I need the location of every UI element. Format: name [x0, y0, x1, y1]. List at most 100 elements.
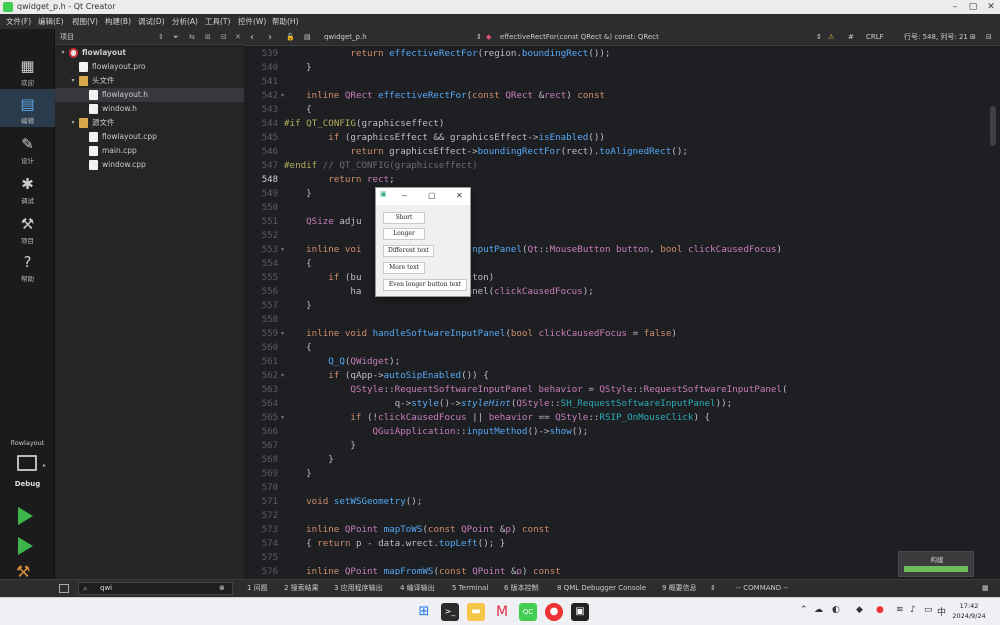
even-longer-button[interactable]: Even longer button text: [383, 279, 467, 291]
run-icon[interactable]: [18, 507, 33, 525]
vertical-scrollbar[interactable]: [986, 46, 1000, 575]
mode-debug[interactable]: ✱ 调试: [0, 169, 55, 207]
maximize-icon[interactable]: ▢: [428, 191, 436, 200]
minimize-icon[interactable]: –: [946, 0, 964, 14]
mode-projects[interactable]: ⚒ 项目: [0, 209, 55, 247]
close-editor-icon[interactable]: ⊟: [986, 29, 992, 46]
build-progress[interactable]: 构建: [898, 551, 974, 577]
close-icon[interactable]: ✕: [235, 29, 241, 45]
tree-folder[interactable]: ▾ 头文件: [55, 74, 244, 88]
tab-qml-console[interactable]: 8 QML Debugger Console: [557, 580, 646, 597]
tab-search-results[interactable]: 2 搜索结果: [284, 580, 319, 597]
flowlayout-app-icon[interactable]: ▣: [571, 603, 589, 621]
menu-view[interactable]: 视图(V): [72, 14, 98, 29]
locator-field[interactable]: ⌕ qwi ⊗: [78, 582, 233, 595]
tray-app-icon[interactable]: ●: [876, 605, 884, 615]
open-file-name[interactable]: qwidget_p.h: [324, 29, 367, 46]
mode-design[interactable]: ✎ 设计: [0, 129, 55, 167]
menu-file[interactable]: 文件(F): [6, 14, 31, 29]
tab-compile-output[interactable]: 4 编译输出: [400, 580, 435, 597]
code-editor[interactable]: return effectiveRectFor(region.boundingR…: [284, 46, 986, 575]
file-explorer-icon[interactable]: ▬: [467, 603, 485, 621]
tab-issues[interactable]: 1 问题: [247, 580, 268, 597]
locator-value[interactable]: qwi: [100, 580, 112, 597]
close-pane-icon[interactable]: ⊟: [221, 29, 227, 45]
expand-arrow-icon[interactable]: ▾: [59, 46, 67, 60]
line-number: 546: [261, 147, 278, 157]
warning-icon[interactable]: ⚠: [828, 29, 834, 46]
tree-file[interactable]: flowlayout.cpp: [55, 130, 244, 144]
scrollbar-thumb[interactable]: [990, 106, 996, 146]
cursor-position[interactable]: 行号: 548, 列号: 21: [904, 29, 968, 46]
battery-icon[interactable]: ▭: [924, 605, 933, 615]
progress-toggle-icon[interactable]: ▦: [982, 580, 989, 597]
volume-icon[interactable]: ♪: [910, 605, 916, 615]
tab-application-output[interactable]: 3 应用程序输出: [334, 580, 383, 597]
wifi-icon[interactable]: ≋: [896, 605, 904, 615]
kit-project-label: flowlayout: [10, 439, 45, 447]
sync-icon[interactable]: ⇆: [189, 29, 195, 45]
close-icon[interactable]: ✕: [456, 191, 463, 200]
dropdown-icon[interactable]: ⇕: [158, 29, 164, 45]
mode-edit[interactable]: ▤ 编辑: [0, 89, 55, 127]
more-text-button[interactable]: More text: [383, 262, 425, 274]
line-ending[interactable]: CRLF: [866, 29, 884, 46]
forward-icon[interactable]: ›: [268, 29, 272, 46]
chevron-up-icon[interactable]: ⌃: [800, 605, 808, 615]
app-m-icon[interactable]: M: [493, 603, 511, 621]
symbol-icon: ◆: [486, 33, 492, 41]
file-dropdown-icon[interactable]: ⇕: [476, 29, 482, 46]
close-icon[interactable]: ✕: [982, 0, 1000, 14]
different-text-button[interactable]: Different text: [383, 245, 434, 257]
terminal-icon[interactable]: >_: [441, 603, 459, 621]
tab-version-control[interactable]: 6 版本控制: [504, 580, 539, 597]
tray-app-icon[interactable]: ◐: [832, 605, 840, 615]
input-language[interactable]: 中: [937, 605, 946, 618]
short-button[interactable]: Short: [383, 212, 425, 224]
windows-start-icon[interactable]: ⊞: [415, 603, 433, 621]
menu-build[interactable]: 构建(B): [105, 14, 131, 29]
qt-creator-icon: [3, 2, 13, 12]
tray-app-icon[interactable]: ◆: [856, 605, 863, 615]
menu-edit[interactable]: 编辑(E): [38, 14, 64, 29]
tree-file[interactable]: window.cpp: [55, 158, 244, 172]
toggle-sidebar-icon[interactable]: [59, 584, 69, 593]
qt-creator-taskbar-icon[interactable]: QC: [519, 603, 537, 621]
minimize-icon[interactable]: –: [402, 190, 407, 200]
tab-terminal[interactable]: 5 Terminal: [452, 580, 488, 597]
menu-debug[interactable]: 调试(D): [138, 14, 165, 29]
mode-help[interactable]: ? 帮助: [0, 247, 55, 285]
menu-controls[interactable]: 控件(W): [238, 14, 266, 29]
tree-folder[interactable]: ▾ 源文件: [55, 116, 244, 130]
tree-file[interactable]: flowlayout.h: [55, 88, 244, 102]
mode-welcome[interactable]: ▦ 欢迎: [0, 51, 55, 89]
cloud-icon[interactable]: ☁: [814, 605, 823, 615]
filter-icon[interactable]: ⏷: [173, 29, 179, 45]
split-editor-icon[interactable]: ⊞: [970, 29, 976, 46]
tab-general-messages[interactable]: 9 概要信息: [662, 580, 697, 597]
encoding[interactable]: #: [848, 29, 854, 46]
tree-project[interactable]: ▾ flowlayout: [55, 46, 244, 60]
kit-arrow-icon[interactable]: ▸: [43, 462, 46, 469]
chrome-icon[interactable]: ●: [545, 603, 563, 621]
output-menu-icon[interactable]: ⇕: [710, 580, 716, 597]
lock-icon[interactable]: 🔓: [286, 29, 295, 46]
symbol-dropdown-icon[interactable]: ⇕: [816, 29, 822, 46]
back-icon[interactable]: ‹: [250, 29, 254, 46]
expand-arrow-icon[interactable]: ▾: [69, 116, 77, 130]
tree-file[interactable]: window.h: [55, 102, 244, 116]
clear-icon[interactable]: ⊗: [219, 580, 225, 597]
symbol-selector[interactable]: effectiveRectFor(const QRect &) const: Q…: [500, 29, 659, 46]
tree-file[interactable]: main.cpp: [55, 144, 244, 158]
expand-arrow-icon[interactable]: ▾: [69, 74, 77, 88]
menu-tools[interactable]: 工具(T): [205, 14, 230, 29]
menu-analyze[interactable]: 分析(A): [172, 14, 198, 29]
monitor-icon[interactable]: [17, 455, 37, 471]
menu-help[interactable]: 帮助(H): [272, 14, 299, 29]
split-icon[interactable]: ⊞: [205, 29, 211, 45]
debug-run-icon[interactable]: [18, 537, 33, 555]
maximize-icon[interactable]: ▢: [964, 0, 982, 14]
tree-file[interactable]: flowlayout.pro: [55, 60, 244, 74]
longer-button[interactable]: Longer: [383, 228, 425, 240]
system-clock[interactable]: 17:42 2024/9/24: [948, 601, 990, 621]
